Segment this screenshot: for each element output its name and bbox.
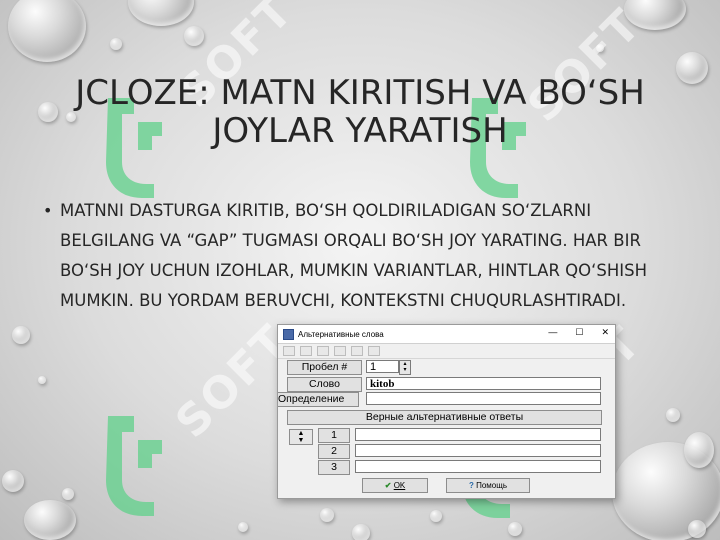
water-drop [320, 508, 334, 522]
reorder-arrows-icon[interactable]: ▲ ▼ [289, 429, 313, 445]
dialog-title: Альтернативные слова [298, 329, 384, 339]
gap-spinner-icon[interactable]: ▴ ▾ [399, 360, 411, 375]
check-icon: ✔ [384, 481, 392, 490]
water-drop [352, 524, 370, 540]
alternative-row-number[interactable]: 3 [318, 460, 350, 475]
alternative-field[interactable] [355, 444, 601, 457]
ok-label: OK [393, 481, 406, 490]
bullet-point: • MATNNI DASTURGA KIRITIB, BO‘SH QOLDIRI… [43, 196, 660, 316]
alternative-row-number[interactable]: 1 [318, 428, 350, 443]
close-icon[interactable]: ✕ [601, 327, 609, 338]
water-drop [684, 432, 714, 468]
bullet-dot: • [43, 201, 53, 220]
ok-button[interactable]: ✔ OK [362, 478, 428, 493]
slide: SOFT SOFT SOFT SOFT JCLOZE: MATN KIRITIS… [0, 0, 720, 540]
alternative-field[interactable] [355, 428, 601, 441]
water-drop [508, 522, 522, 536]
water-drop [38, 376, 46, 384]
water-drop [12, 326, 30, 344]
watermark-logo [106, 416, 162, 516]
help-icon: ? [468, 481, 474, 490]
water-drop [430, 510, 442, 522]
water-drop [62, 488, 74, 500]
water-drop [110, 38, 122, 50]
water-drop [184, 26, 204, 46]
window-controls: — ☐ ✕ [548, 327, 609, 338]
word-field[interactable]: kitob [366, 377, 601, 390]
bullet-text: MATNNI DASTURGA KIRITIB, BO‘SH QOLDIRILA… [60, 201, 648, 310]
water-drop [2, 470, 24, 492]
water-drop [128, 0, 194, 26]
water-drop [688, 520, 706, 538]
help-label: Помощь [476, 481, 508, 490]
water-drop [8, 0, 86, 62]
paste-icon[interactable] [334, 346, 346, 356]
alternatives-header: Верные альтернативные ответы [287, 410, 602, 425]
gap-number-field[interactable]: 1 [366, 360, 399, 373]
maximize-icon[interactable]: ☐ [575, 327, 583, 338]
gap-number-button[interactable]: Пробел # [287, 360, 362, 375]
app-icon [283, 328, 294, 340]
minimize-icon[interactable]: — [548, 327, 557, 338]
undo-icon[interactable] [283, 346, 295, 356]
scissors-icon[interactable] [351, 346, 363, 356]
alternative-words-dialog: Альтернативные слова — ☐ ✕ Пробел # 1 ▴ ▾… [277, 324, 616, 499]
water-drop [676, 52, 708, 84]
dialog-titlebar: Альтернативные слова — ☐ ✕ [278, 325, 615, 344]
keyboard-icon[interactable] [368, 346, 380, 356]
cut-icon[interactable] [300, 346, 312, 356]
alternative-row-number[interactable]: 2 [318, 444, 350, 459]
water-drop [666, 408, 680, 422]
dialog-toolbar [278, 344, 615, 359]
water-drop [238, 522, 248, 532]
copy-icon[interactable] [317, 346, 329, 356]
water-drop [24, 500, 76, 540]
alternative-field[interactable] [355, 460, 601, 473]
definition-field[interactable] [366, 392, 601, 405]
word-button[interactable]: Слово [287, 377, 362, 392]
help-button[interactable]: ? Помощь [446, 478, 530, 493]
slide-title: JCLOZE: MATN KIRITISH VA BO‘SH JOYLAR YA… [75, 73, 645, 151]
definition-label: Определение [278, 392, 359, 407]
